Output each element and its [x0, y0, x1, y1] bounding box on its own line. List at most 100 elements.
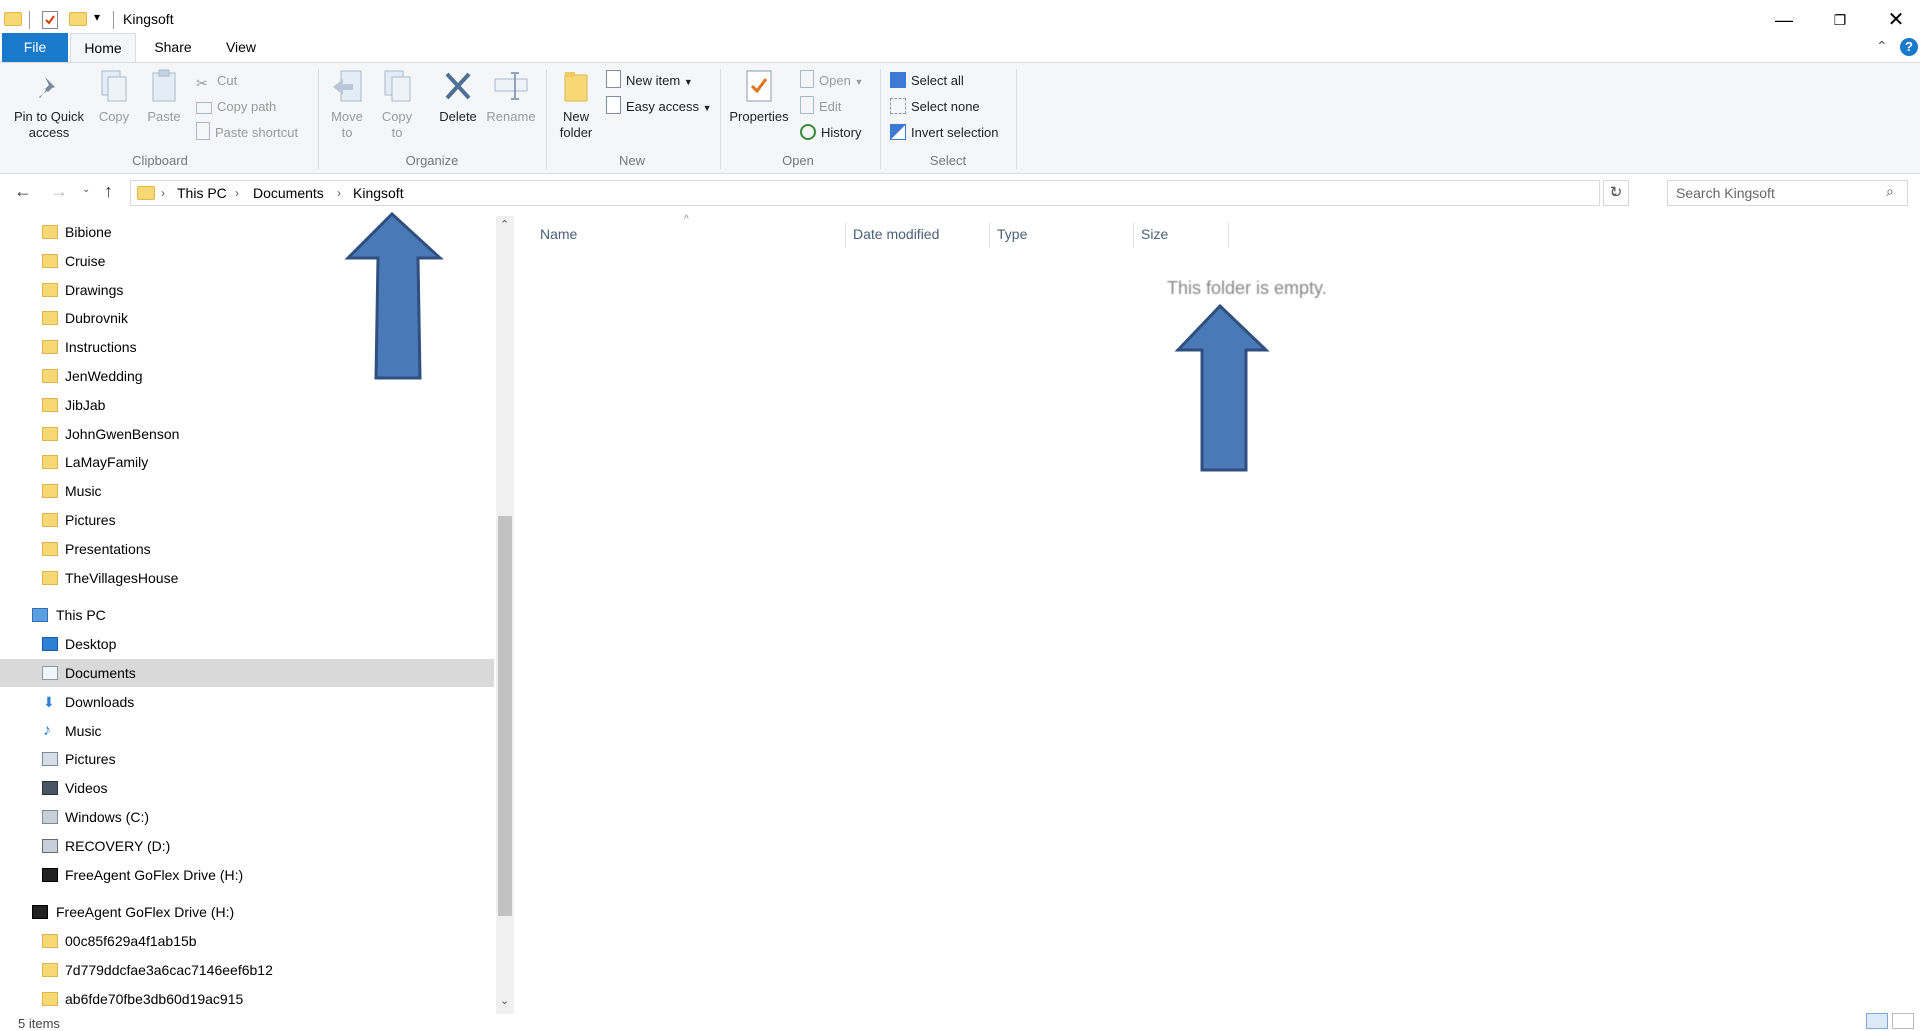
new-item-button[interactable]: New item ▼ [606, 70, 693, 92]
minimize-ribbon-icon[interactable]: ⌃ [1876, 38, 1888, 55]
column-type[interactable]: Type [997, 218, 1027, 250]
select-all-button[interactable]: Select all [890, 70, 964, 92]
breadcrumb-documents[interactable]: Documents [253, 181, 324, 205]
nav-this-pc[interactable]: This PC [0, 601, 494, 629]
search-input[interactable]: Search Kingsoft [1676, 185, 1775, 201]
invert-selection-label: Invert selection [911, 125, 999, 140]
breadcrumb-kingsoft[interactable]: Kingsoft [353, 181, 404, 205]
rename-button[interactable]: Rename [484, 69, 538, 125]
nav-drive[interactable]: FreeAgent GoFlex Drive (H:) [0, 898, 494, 926]
back-arrow-icon[interactable]: ← [14, 181, 32, 202]
customize-quick-access-icon[interactable]: ▾ [94, 10, 100, 24]
nav-pc-item[interactable]: ♪ Music [0, 717, 494, 745]
tab-home[interactable]: Home [70, 33, 136, 63]
tab-view[interactable]: View [208, 33, 274, 62]
tab-share[interactable]: Share [140, 33, 206, 62]
nav-folder-item[interactable]: LaMayFamily [0, 448, 494, 476]
up-arrow-icon[interactable]: ↑ [104, 181, 113, 202]
breadcrumb-this-pc[interactable]: This PC [177, 181, 227, 205]
nav-folder-item[interactable]: 7d779ddcfae3a6cac7146eef6b12 [0, 956, 494, 984]
column-divider[interactable] [1228, 222, 1229, 248]
help-icon[interactable]: ? [1900, 38, 1918, 56]
copy-to-button[interactable]: Copy to [376, 69, 418, 141]
nav-folder-item[interactable]: Presentations [0, 535, 494, 563]
nav-pc-item[interactable]: Videos [0, 774, 494, 802]
properties-button[interactable]: Properties [726, 69, 792, 125]
folder-icon [42, 484, 58, 499]
recovery-drive-icon [42, 838, 58, 853]
large-icons-view-icon[interactable] [1892, 1013, 1914, 1029]
nav-pc-item[interactable]: Windows (C:) [0, 803, 494, 831]
column-name[interactable]: Name [540, 218, 577, 250]
nav-pc-item[interactable]: Pictures [0, 745, 494, 773]
paste-shortcut-button[interactable]: Paste shortcut [196, 122, 298, 144]
nav-item-label: Pictures [65, 751, 116, 768]
nav-item-label: Windows (C:) [65, 809, 150, 825]
clipboard-group-label: Clipboard [132, 153, 188, 168]
move-to-button[interactable]: Move to [326, 69, 368, 141]
breadcrumb-separator-icon[interactable]: › [337, 181, 341, 205]
forward-arrow-icon[interactable]: → [50, 181, 68, 202]
nav-pc-item[interactable]: ⬇ Downloads [0, 688, 494, 716]
nav-item-label: Presentations [65, 540, 151, 557]
breadcrumb-separator-icon[interactable]: › [161, 181, 165, 205]
copy-path-button[interactable]: Copy path [196, 96, 276, 118]
scroll-down-icon[interactable]: ⌄ [500, 994, 509, 1007]
nav-scrollbar[interactable]: ⌃ ⌄ [496, 216, 514, 1014]
pin-to-quick-access-button[interactable]: Pin to Quick access [6, 69, 92, 141]
address-bar[interactable]: › This PC › Documents › Kingsoft ⌄ [130, 180, 1619, 206]
nav-folder-item[interactable]: JibJab [0, 391, 494, 419]
properties-quick-icon[interactable] [42, 11, 58, 29]
select-none-button[interactable]: Select none [890, 96, 980, 118]
recent-locations-chevron-icon[interactable]: ⌄ [82, 184, 90, 195]
invert-selection-button[interactable]: Invert selection [890, 122, 998, 144]
details-view-icon[interactable] [1866, 1013, 1888, 1029]
nav-folder-item[interactable]: Pictures [0, 506, 494, 534]
nav-pc-item[interactable]: Desktop [0, 630, 494, 658]
nav-folder-item[interactable]: ab6fde70fbe3db60d19ac915 [0, 985, 494, 1013]
nav-pc-item[interactable]: FreeAgent GoFlex Drive (H:) [0, 861, 494, 889]
new-folder-label: New folder [559, 109, 593, 140]
search-box[interactable]: Search Kingsoft ⌕ [1667, 180, 1908, 206]
paste-button[interactable]: Paste [144, 69, 184, 125]
copy-button[interactable]: Copy [94, 69, 134, 125]
breadcrumb-separator-icon[interactable]: › [235, 181, 239, 205]
column-divider[interactable] [845, 222, 846, 248]
search-icon[interactable]: ⌕ [1886, 183, 1894, 200]
new-folder-icon [563, 69, 589, 103]
cut-button[interactable]: ✂ Cut [196, 70, 237, 92]
pin-label: Pin to Quick access [13, 109, 85, 140]
easy-access-button[interactable]: Easy access ▼ [606, 96, 712, 118]
column-divider[interactable] [989, 222, 990, 248]
tab-file[interactable]: File [2, 33, 68, 62]
column-divider[interactable] [1133, 222, 1134, 248]
nav-folder-item[interactable]: 00c85f629a4f1ab15b [0, 927, 494, 955]
folder-icon [42, 311, 58, 326]
folder-icon [42, 963, 58, 977]
history-button[interactable]: History [800, 122, 861, 144]
delete-x-icon [442, 69, 474, 103]
empty-folder-message: This folder is empty. [1167, 278, 1327, 298]
nav-pc-item[interactable]: RECOVERY (D:) [0, 832, 494, 860]
nav-folder-item[interactable]: TheVillagesHouse [0, 564, 494, 592]
column-size[interactable]: Size [1141, 218, 1168, 250]
paste-icon [150, 69, 178, 103]
nav-folder-item[interactable]: JohnGwenBenson [0, 420, 494, 448]
column-date-modified[interactable]: Date modified [853, 218, 939, 250]
scroll-up-icon[interactable]: ⌃ [500, 218, 509, 231]
new-item-label: New item [626, 73, 681, 88]
delete-button[interactable]: Delete [434, 69, 482, 125]
edit-button[interactable]: Edit [800, 96, 841, 118]
new-folder-quick-icon[interactable] [69, 12, 87, 26]
nav-folder-item[interactable]: Music [0, 477, 494, 505]
cut-label: Cut [217, 73, 238, 88]
open-button[interactable]: Open ▼ [800, 70, 863, 92]
folder-icon [42, 570, 58, 585]
nav-item-label: 7d779ddcfae3a6cac7146eef6b12 [65, 962, 273, 978]
refresh-icon[interactable]: ↻ [1603, 180, 1629, 206]
status-item-count: 5 items [18, 1016, 60, 1031]
nav-item-label: JohnGwenBenson [65, 425, 180, 442]
nav-pc-item[interactable]: Documents [0, 659, 494, 687]
scroll-thumb[interactable] [498, 516, 512, 916]
new-folder-button[interactable]: New folder [552, 69, 600, 141]
